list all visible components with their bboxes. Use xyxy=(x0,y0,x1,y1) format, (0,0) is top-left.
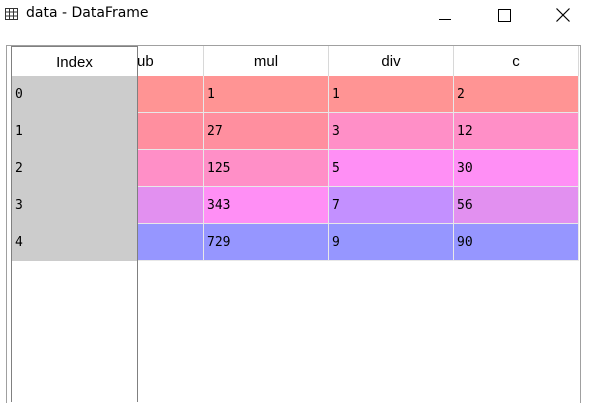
table-cell[interactable] xyxy=(137,76,204,113)
column-header-sub[interactable]: ub xyxy=(137,46,204,76)
table-cell[interactable]: 90 xyxy=(454,224,579,261)
column-header-div[interactable]: div xyxy=(329,46,454,76)
table-cell[interactable]: 5 xyxy=(329,150,454,187)
cell-value: 125 xyxy=(207,161,231,176)
cell-value: 90 xyxy=(457,235,473,250)
cell-value: 343 xyxy=(207,198,231,213)
table-cell[interactable]: 729 xyxy=(204,224,329,261)
cell-value: 12 xyxy=(457,124,473,139)
index-value: 1 xyxy=(15,124,23,139)
cell-value: 9 xyxy=(332,235,340,250)
table-cell[interactable]: 9 xyxy=(329,224,454,261)
index-value: 0 xyxy=(15,87,23,102)
cell-value: 1 xyxy=(332,87,340,102)
table-cell[interactable]: 1 xyxy=(204,76,329,113)
cell-value: 729 xyxy=(207,235,231,250)
index-header[interactable]: Index xyxy=(12,46,137,77)
cell-value: 30 xyxy=(457,161,473,176)
table-cell[interactable]: 30 xyxy=(454,150,579,187)
column-header-label: ub xyxy=(137,53,154,70)
column-header-label: mul xyxy=(253,53,279,70)
cell-value: 27 xyxy=(207,124,223,139)
column-header-label: div xyxy=(381,53,401,70)
table-cell[interactable]: 2 xyxy=(454,76,579,113)
maximize-icon xyxy=(497,8,511,22)
index-cell[interactable]: 2 xyxy=(12,150,137,187)
close-icon xyxy=(556,8,570,22)
title-bar: data - DataFrame xyxy=(0,0,591,30)
column-header-c[interactable]: c xyxy=(454,46,579,76)
maximize-button[interactable] xyxy=(481,0,527,30)
table-cell[interactable]: 125 xyxy=(204,150,329,187)
cell-value: 2 xyxy=(457,87,465,102)
index-cell[interactable]: 4 xyxy=(12,224,137,261)
table-cell[interactable]: 27 xyxy=(204,113,329,150)
table-cell[interactable] xyxy=(137,224,204,261)
cell-value: 3 xyxy=(332,124,340,139)
index-value: 3 xyxy=(15,198,23,213)
minimize-icon xyxy=(439,19,451,20)
table-cell[interactable] xyxy=(137,113,204,150)
table-cell[interactable]: 343 xyxy=(204,187,329,224)
cell-value: 1 xyxy=(207,87,215,102)
cell-value: 7 xyxy=(332,198,340,213)
close-button[interactable] xyxy=(540,0,586,30)
index-column: Index 0 1 2 3 4 xyxy=(11,46,138,402)
table-icon xyxy=(5,8,18,20)
window-title: data - DataFrame xyxy=(26,5,149,21)
minimize-button[interactable] xyxy=(422,0,468,30)
index-cell[interactable]: 1 xyxy=(12,113,137,150)
table-cell[interactable]: 56 xyxy=(454,187,579,224)
cell-value: 5 xyxy=(332,161,340,176)
table-cell[interactable]: 3 xyxy=(329,113,454,150)
table-cell[interactable] xyxy=(137,187,204,224)
index-value: 4 xyxy=(15,235,23,250)
column-header-label: c xyxy=(512,53,520,70)
table-cell[interactable]: 1 xyxy=(329,76,454,113)
table-cell[interactable]: 12 xyxy=(454,113,579,150)
index-cell[interactable]: 0 xyxy=(12,76,137,113)
table-cell[interactable] xyxy=(137,150,204,187)
table-cell[interactable]: 7 xyxy=(329,187,454,224)
index-value: 2 xyxy=(15,161,23,176)
index-header-label: Index xyxy=(56,54,93,71)
cell-value: 56 xyxy=(457,198,473,213)
column-header-mul[interactable]: mul xyxy=(204,46,329,76)
index-cell[interactable]: 3 xyxy=(12,187,137,224)
